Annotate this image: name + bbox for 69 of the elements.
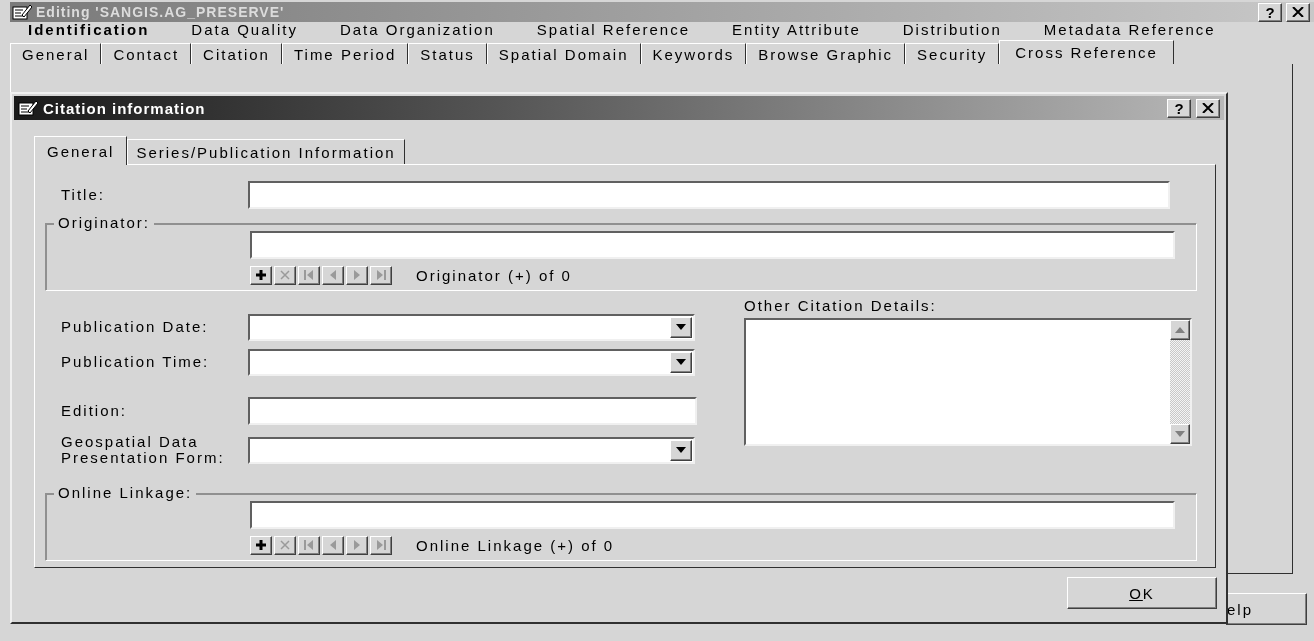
caret-icon — [676, 324, 686, 330]
section-tab[interactable]: Data Quality — [191, 22, 298, 38]
tab[interactable]: Citation — [191, 43, 282, 64]
dropdown-field[interactable] — [248, 348, 695, 376]
window-title: Editing 'SANGIS.AG_PRESERVE' — [36, 4, 286, 20]
dialog-title: Citation information — [43, 99, 207, 117]
first-record-icon — [303, 269, 315, 281]
tab[interactable]: General — [10, 43, 102, 64]
text-area[interactable] — [744, 318, 1192, 446]
input-field[interactable] — [248, 397, 697, 425]
tab[interactable]: Contact — [101, 43, 192, 64]
section-tab[interactable]: Distribution — [902, 22, 1002, 38]
tab[interactable]: Browse Graphic — [746, 43, 906, 64]
tab[interactable]: Security — [905, 43, 1000, 64]
scroll-up-button[interactable] — [1170, 320, 1190, 340]
field-label: Publication Time: — [60, 354, 211, 370]
tab[interactable]: Cross Reference — [999, 40, 1174, 64]
section-tab[interactable]: Metadata Reference — [1043, 22, 1216, 38]
tab[interactable]: Keywords — [640, 43, 747, 64]
dropdown-field[interactable] — [248, 436, 695, 464]
scrollbar[interactable] — [1170, 320, 1190, 444]
field-label: Geospatial Data Presentation Form: — [60, 434, 226, 466]
group-label: Originator: — [54, 214, 155, 232]
caret-icon — [676, 359, 686, 365]
section-tab[interactable]: Spatial Reference — [536, 22, 691, 38]
tab[interactable]: Series/Publication Information — [127, 139, 405, 164]
last-record-icon — [375, 269, 387, 281]
input-field[interactable] — [250, 231, 1175, 259]
close-button[interactable] — [1196, 98, 1220, 118]
add-button[interactable] — [250, 535, 272, 555]
dropdown-field[interactable] — [248, 313, 695, 341]
tab[interactable]: Status — [408, 43, 487, 64]
section-tab[interactable]: Entity Attribute — [732, 22, 861, 38]
scroll-down-button[interactable] — [1170, 424, 1190, 444]
close-icon — [1202, 103, 1214, 113]
caret-icon — [676, 447, 686, 453]
down-arrow-icon — [1175, 431, 1185, 437]
cross-icon — [279, 269, 291, 281]
field-label: Publication Date: — [60, 319, 210, 335]
record-counter: Online Linkage (+) of 0 — [416, 536, 615, 554]
close-icon — [1292, 7, 1304, 17]
help-button[interactable]: ? — [1167, 98, 1191, 118]
plus-icon — [255, 269, 267, 281]
help-button[interactable]: ? — [1258, 2, 1282, 22]
help-button[interactable]: elp — [1226, 593, 1307, 625]
edit-icon — [12, 4, 32, 20]
input-field[interactable] — [248, 181, 1170, 209]
last-record-icon — [375, 539, 387, 551]
record-counter: Originator (+) of 0 — [416, 266, 572, 284]
tab[interactable]: Spatial Domain — [486, 43, 641, 64]
group-label: Online Linkage: — [54, 484, 197, 502]
section-tab[interactable]: Data Organization — [339, 22, 495, 38]
cross-icon — [279, 539, 291, 551]
field-label: Other Citation Details: — [744, 297, 938, 314]
tab[interactable]: Time Period — [281, 43, 409, 64]
up-arrow-icon — [1175, 327, 1185, 333]
field-label: Edition: — [60, 403, 129, 419]
field-label: Title: — [60, 187, 106, 203]
plus-icon — [255, 539, 267, 551]
dropdown-button[interactable] — [670, 439, 692, 461]
tab[interactable]: General — [34, 136, 128, 165]
close-button[interactable] — [1286, 2, 1310, 22]
section-tab[interactable]: Identification — [28, 22, 150, 38]
input-field[interactable] — [250, 501, 1175, 529]
dropdown-button[interactable] — [670, 316, 692, 338]
edit-icon — [18, 100, 38, 116]
add-button[interactable] — [250, 265, 272, 285]
first-record-icon — [303, 539, 315, 551]
dropdown-button[interactable] — [670, 351, 692, 373]
